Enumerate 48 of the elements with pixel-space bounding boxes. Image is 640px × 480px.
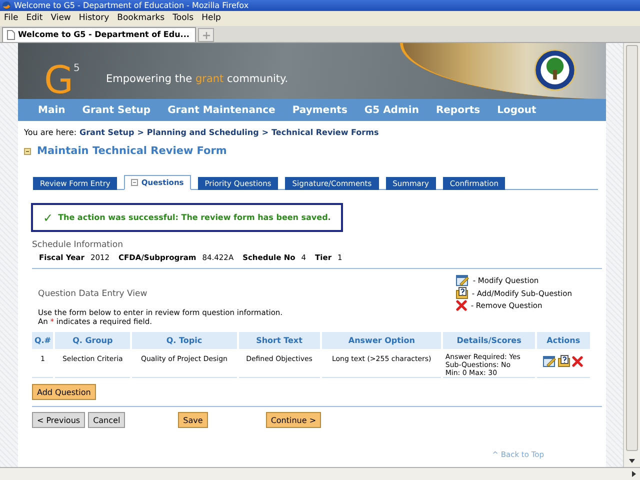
menu-item[interactable]: History: [78, 11, 110, 26]
breadcrumb-label: You are here:: [24, 128, 77, 137]
section-title: Schedule Information: [32, 240, 124, 250]
add-question-button[interactable]: Add Question: [32, 384, 96, 400]
browser-logo-icon: [2, 1, 11, 10]
delete-icon[interactable]: [456, 300, 467, 311]
breadcrumb-separator: >: [262, 128, 269, 137]
menu-item[interactable]: Bookmarks: [117, 11, 165, 26]
logo: G$^{5}$: [44, 57, 80, 99]
column-header: Q.#: [32, 332, 54, 349]
plus-icon: [202, 32, 210, 38]
scroll-down-icon[interactable]: [629, 459, 635, 463]
menu-item[interactable]: Edit: [26, 11, 43, 26]
page-heading: Maintain Technical Review Form: [37, 145, 227, 157]
page-icon: [7, 30, 15, 40]
edit-icon[interactable]: [456, 274, 469, 286]
breadcrumb-link[interactable]: Planning and Scheduling: [146, 128, 259, 137]
tab-icon: [131, 179, 138, 186]
success-message: The action was successful: The review form has been saved.: [58, 213, 331, 222]
form-button[interactable]: Save: [178, 412, 208, 428]
menu-item[interactable]: File: [4, 11, 18, 26]
check-icon: ✓: [43, 210, 54, 224]
edit-icon[interactable]: [543, 355, 556, 367]
menu-item[interactable]: Help: [202, 11, 221, 26]
breadcrumb-link[interactable]: Grant Setup: [80, 128, 134, 137]
seal-drawing: [534, 49, 576, 91]
column-header: Q. Topic: [132, 332, 237, 349]
delete-icon[interactable]: [572, 356, 584, 366]
column-header: Actions: [536, 332, 590, 349]
menu-item[interactable]: View: [50, 11, 71, 26]
column-header: Short Text: [238, 332, 320, 349]
breadcrumb-separator: >: [137, 128, 144, 137]
scroll-right-icon[interactable]: [632, 471, 636, 477]
column-header: Q. Group: [55, 332, 130, 349]
form-button[interactable]: < Previous: [32, 412, 86, 428]
collapse-icon[interactable]: [24, 148, 31, 154]
form-button[interactable]: Continue >: [266, 412, 322, 428]
menu-item[interactable]: Tools: [172, 11, 194, 26]
column-header: Answer Option: [322, 332, 442, 349]
window-title: Welcome to G5 - Department of Education - Mozilla Firefox: [14, 0, 249, 11]
question-folder-icon[interactable]: [456, 287, 468, 299]
question-folder-icon[interactable]: [558, 355, 570, 367]
breadcrumb-link[interactable]: Technical Review Forms: [272, 128, 379, 137]
section-title: Question Data Entry View: [38, 289, 148, 299]
tagline: Empowering the grant community.: [106, 73, 288, 85]
form-button[interactable]: Cancel: [88, 412, 126, 428]
browser-tab[interactable]: Welcome to G5 - Department of Edu...: [2, 27, 196, 42]
column-header: Details/Scores: [443, 332, 535, 349]
